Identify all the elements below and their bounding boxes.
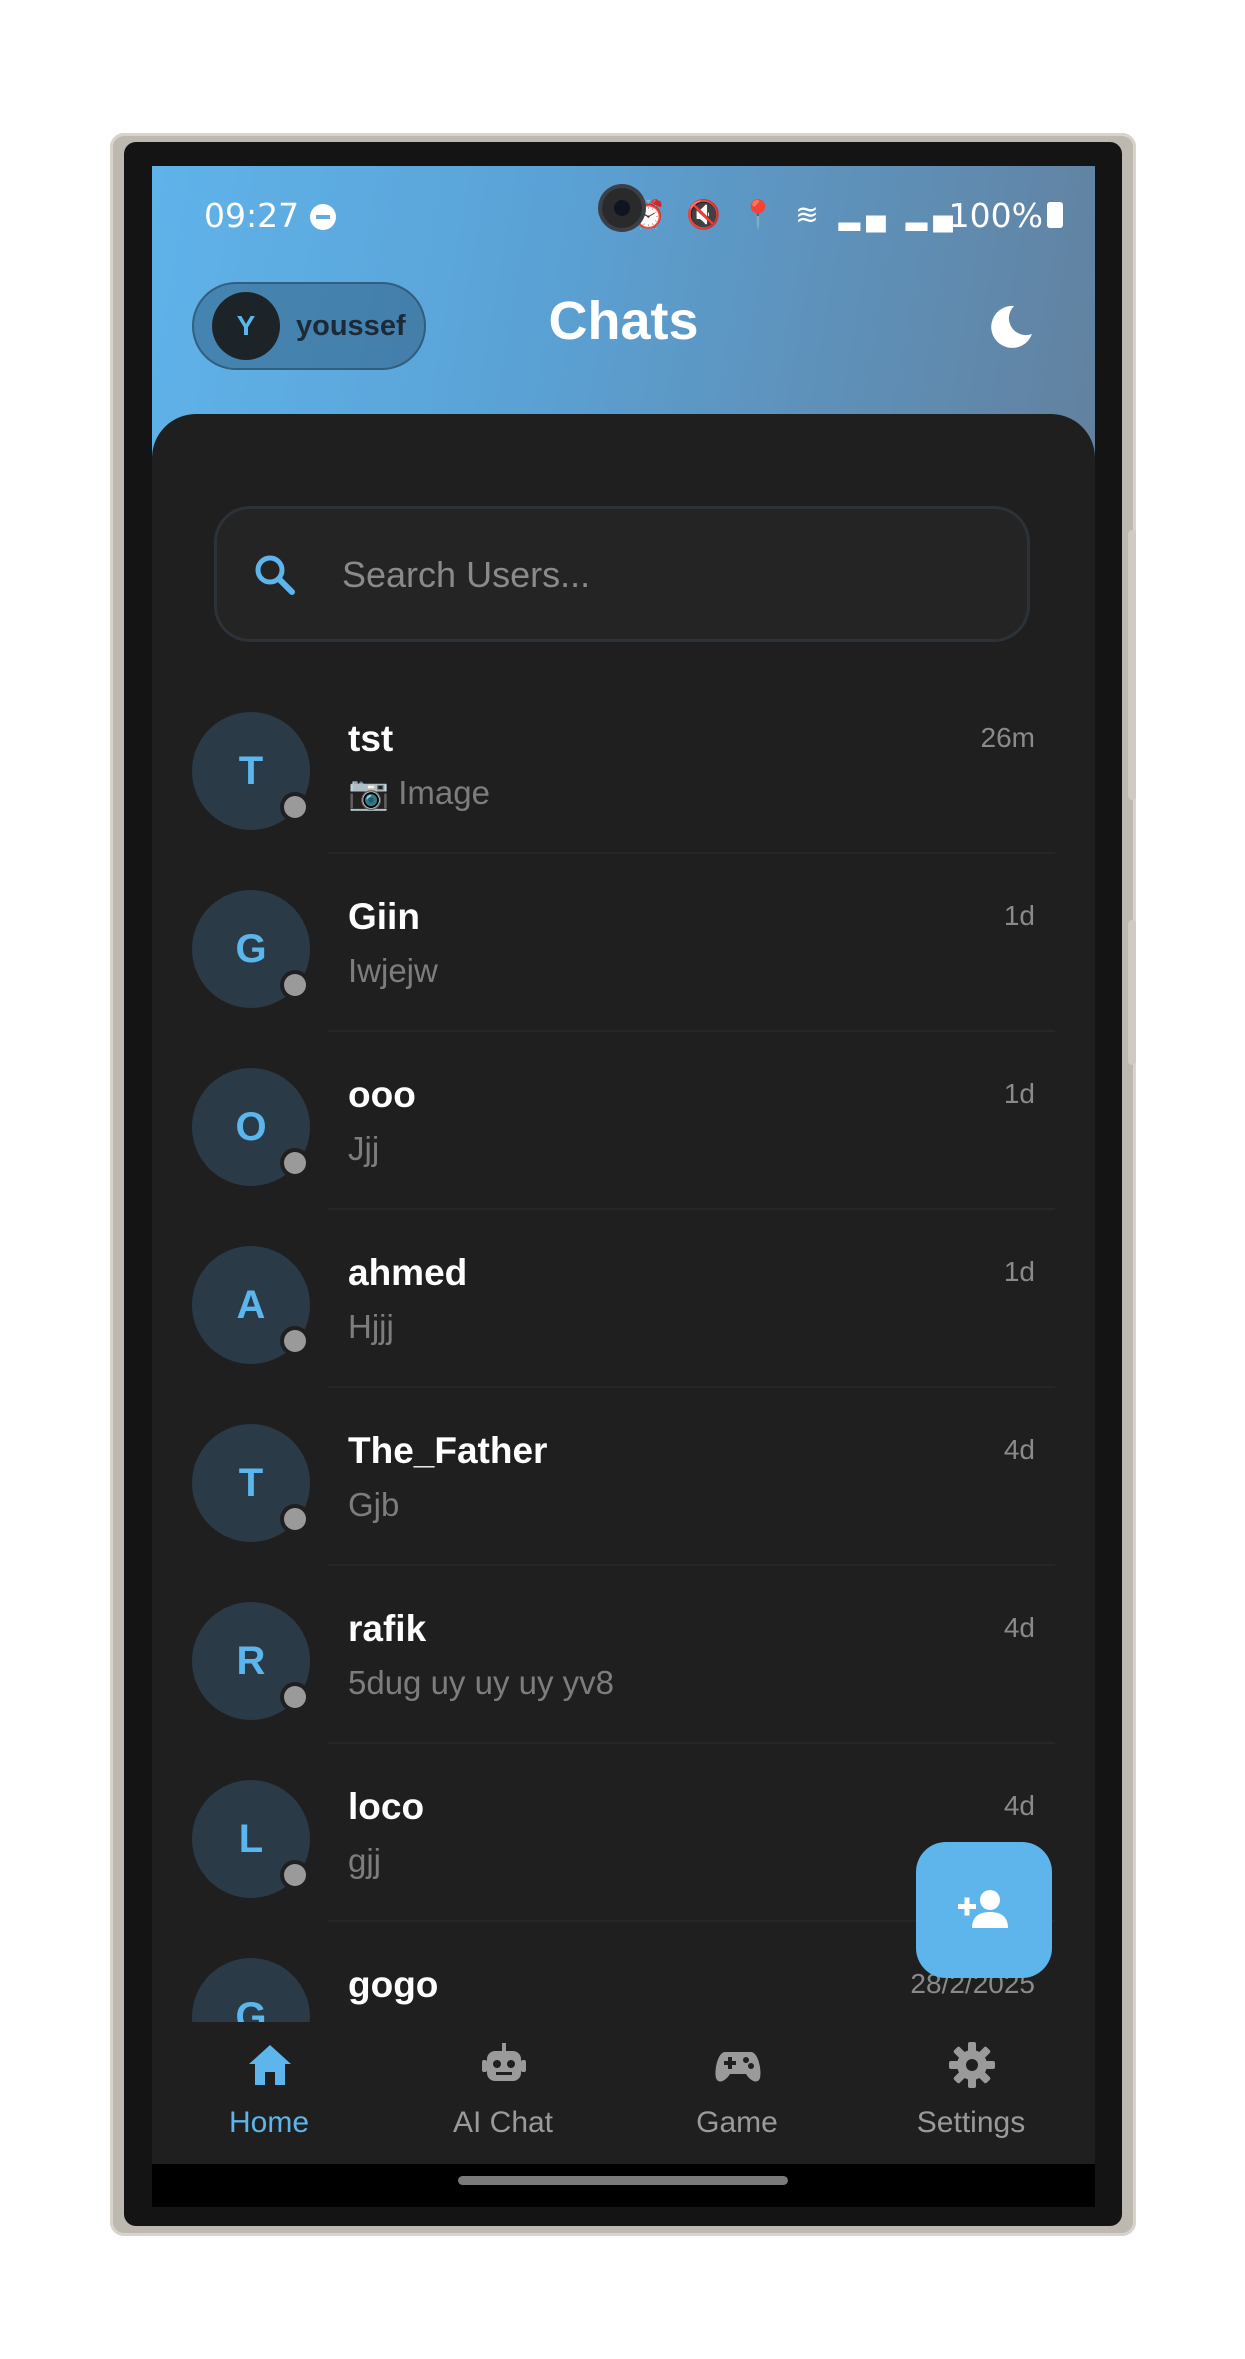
gear-icon [949, 2042, 995, 2088]
contact-name: The_Father [348, 1430, 548, 1471]
contact-name: ooo [348, 1074, 416, 1115]
nav-settings[interactable]: Settings [854, 2022, 1088, 2164]
last-message: Hjjj [348, 1308, 394, 1345]
nav-game-label: Game [696, 2106, 778, 2139]
row-divider [328, 1030, 1055, 1032]
contact-name: loco [348, 1786, 425, 1827]
presence-indicator [284, 1508, 306, 1530]
chat-list-item[interactable]: G Giin Iwjejw 1d [152, 878, 1095, 1056]
nav-ai-chat-label: AI Chat [452, 2106, 554, 2139]
contact-name: gogo [348, 1964, 439, 2005]
add-person-icon [958, 1890, 1008, 1928]
bottom-navigation: Home AI Chat Game Settings [152, 2022, 1095, 2164]
gamepad-icon [715, 2052, 761, 2082]
chat-list-item[interactable]: Rrafik 5dug uy uy uy yv8 4d [152, 1590, 1095, 1768]
contact-name: Giin [348, 896, 420, 937]
last-message: Jjj [348, 1130, 380, 1167]
nav-settings-label: Settings [916, 2106, 1026, 2139]
message-time: 26m [980, 722, 1035, 753]
chat-list-item[interactable]: Aahmed Hjjj 1d [152, 1234, 1095, 1412]
contact-avatar: G [192, 1958, 310, 2022]
chat-list-item[interactable]: Ttst 📷 Image 26m [152, 700, 1095, 878]
chat-list: Ttst 📷 Image 26m G Giin Iwjejw 1d Oooo Jjj 1d Aahm… [152, 166, 1095, 2022]
nav-ai-chat[interactable]: AI Chat [386, 2022, 620, 2164]
presence-indicator [284, 1152, 306, 1174]
home-icon [249, 2045, 291, 2085]
message-time: 4d [1003, 1790, 1035, 1821]
nav-home[interactable]: Home [152, 2022, 386, 2164]
nav-home-label: Home [228, 2106, 310, 2139]
chat-list-item[interactable]: T The_Father Gjb 4d [152, 1412, 1095, 1590]
last-message: gjj [348, 1842, 382, 1879]
add-user-button[interactable] [916, 1842, 1052, 1978]
row-divider [328, 1386, 1055, 1388]
row-divider [328, 1208, 1055, 1210]
row-divider [328, 852, 1055, 854]
presence-indicator [284, 1864, 306, 1886]
last-message: 5dug uy uy uy yv8 [348, 1664, 614, 1701]
last-message: Iwjejw [348, 952, 438, 989]
last-message: Gjb [348, 1486, 400, 1523]
gesture-bar [152, 2164, 1095, 2207]
robot-icon [482, 2043, 526, 2081]
message-time: 4d [1003, 1434, 1035, 1465]
contact-name: tst [348, 718, 394, 759]
presence-indicator [284, 974, 306, 996]
contact-name: ahmed [348, 1252, 468, 1293]
message-time: 1d [1003, 1256, 1035, 1287]
chat-list-item[interactable]: Oooo Jjj 1d [152, 1056, 1095, 1234]
presence-indicator [284, 796, 306, 818]
row-divider [328, 1742, 1055, 1744]
row-divider [328, 1564, 1055, 1566]
message-time: 1d [1003, 900, 1035, 931]
power-button [1128, 920, 1136, 1065]
message-time: 1d [1003, 1078, 1035, 1109]
message-time: 4d [1003, 1612, 1035, 1643]
nav-game[interactable]: Game [620, 2022, 854, 2164]
app-screen: 09:27 ⏰ 🔇 📍 ≋ ▂▄ ▂▄ 100% Y youssef Chats… [152, 166, 1095, 2207]
presence-indicator [284, 1686, 306, 1708]
presence-indicator [284, 1330, 306, 1352]
last-message: 📷 Image [348, 774, 490, 811]
contact-name: rafik [348, 1608, 427, 1649]
volume-button [1128, 530, 1136, 800]
